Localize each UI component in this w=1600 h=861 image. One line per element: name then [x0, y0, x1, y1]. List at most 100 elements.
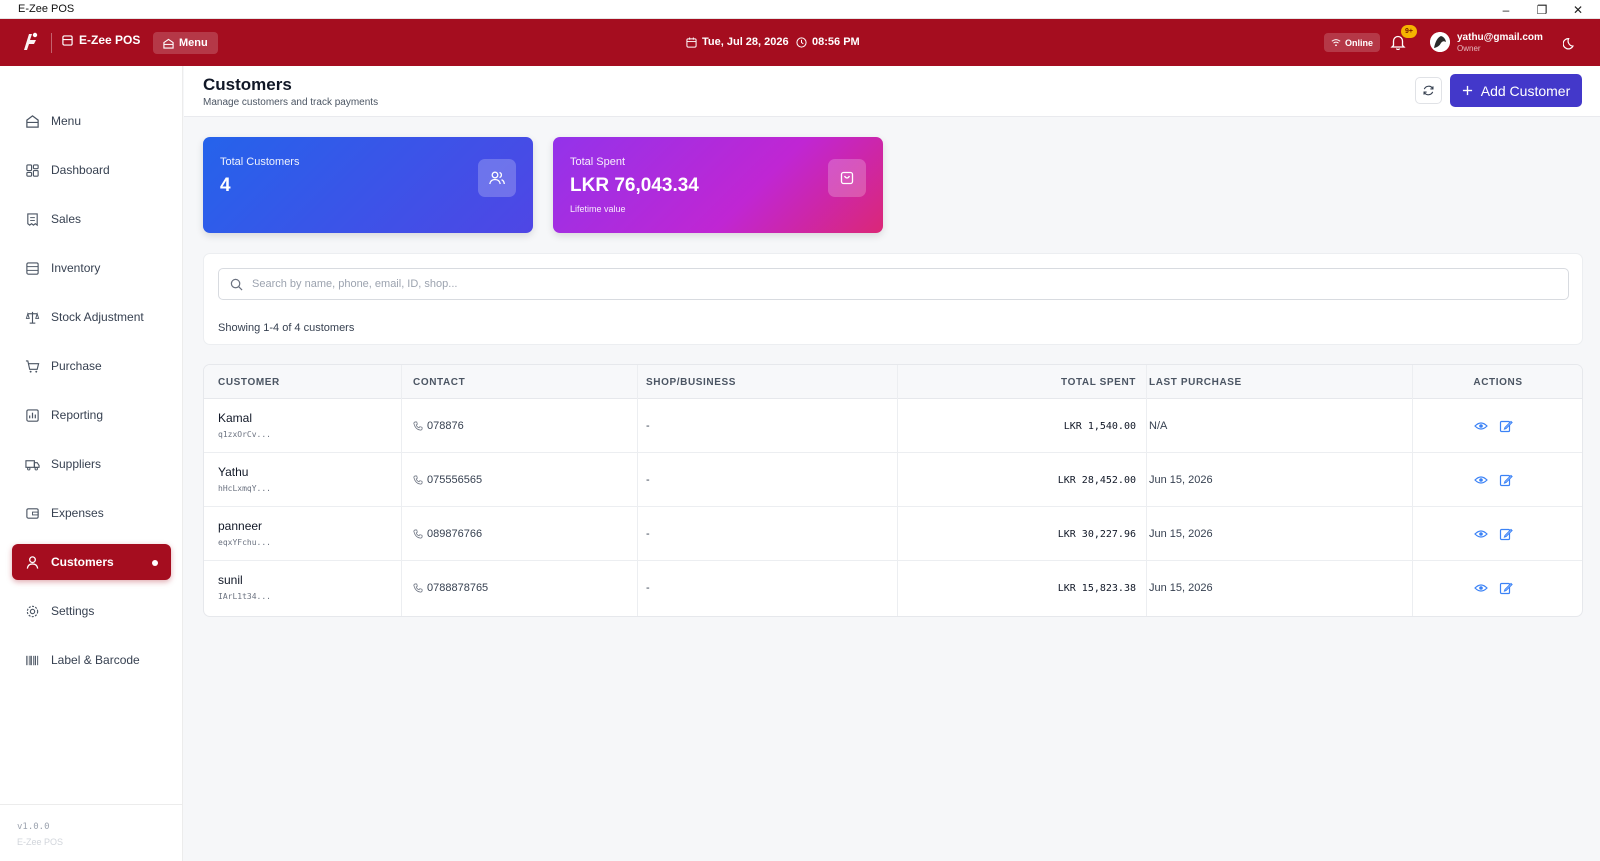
customer-last-purchase: N/A [1149, 420, 1168, 432]
header-time-text: 08:56 PM [812, 36, 860, 48]
plus-icon [1462, 85, 1472, 96]
column-header-last-purchase[interactable]: LAST PURCHASE [1149, 365, 1242, 399]
view-icon[interactable] [1474, 419, 1488, 433]
barcode-icon [26, 655, 39, 665]
view-icon[interactable] [1474, 581, 1488, 595]
total-customers-value: 4 [220, 175, 231, 196]
sidebar-item-customers[interactable]: Customers [12, 544, 171, 580]
refresh-button[interactable] [1415, 77, 1442, 104]
sidebar-item-inventory[interactable]: Inventory [12, 250, 171, 286]
moon-icon[interactable] [1563, 35, 1578, 50]
column-header-total-spent[interactable]: TOTAL SPENT [902, 365, 1136, 399]
column-divider [897, 365, 898, 616]
customer-id: IArL1t34... [218, 592, 271, 601]
total-spent-label: Total Spent [570, 156, 626, 168]
column-header-customer[interactable]: CUSTOMER [218, 365, 280, 399]
add-customer-button[interactable]: Add Customer [1450, 74, 1582, 107]
customers-table: CUSTOMER CONTACT SHOP/BUSINESS TOTAL SPE… [203, 364, 1583, 617]
wallet-icon [26, 507, 39, 519]
search-input[interactable] [252, 278, 1552, 290]
customer-shop: - [646, 582, 650, 594]
add-customer-label: Add Customer [1480, 82, 1571, 99]
table-row[interactable]: Yathu hHcLxmqY... 075556565 - LKR 28,452… [204, 453, 1582, 507]
edit-icon[interactable] [1499, 419, 1513, 433]
sidebar-item-reporting[interactable]: Reporting [12, 397, 171, 433]
header-divider [51, 33, 52, 53]
sidebar: Menu Dashboard Sales Inventory Stock Adj… [0, 66, 183, 861]
customer-total-spent: LKR 1,540.00 [1063, 420, 1136, 432]
view-icon[interactable] [1474, 473, 1488, 487]
table-row[interactable]: panneer eqxYFchu... 089876766 - LKR 30,2… [204, 507, 1582, 561]
edit-icon[interactable] [1499, 527, 1513, 541]
close-window-button[interactable]: ✕ [1560, 0, 1596, 19]
header-menu-button[interactable]: Menu [153, 32, 218, 54]
view-icon[interactable] [1474, 527, 1488, 541]
sidebar-item-label: Label & Barcode [51, 653, 140, 667]
clock-icon [796, 36, 807, 48]
sidebar-item-dashboard[interactable]: Dashboard [12, 152, 171, 188]
column-divider [1146, 365, 1147, 616]
sidebar-item-label: Suppliers [51, 457, 102, 471]
sidebar-item-label: Reporting [51, 408, 104, 422]
sidebar-item-sales[interactable]: Sales [12, 201, 171, 237]
avatar-image [1430, 32, 1450, 52]
sidebar-item-suppliers[interactable]: Suppliers [12, 446, 171, 482]
online-status-text: Online [1345, 37, 1374, 48]
truck-icon [25, 459, 40, 470]
customer-last-purchase: Jun 15, 2026 [1149, 582, 1213, 594]
app-header: E-Zee POS Menu Tue, Jul 28, 2026 08:56 P… [0, 19, 1600, 66]
shopping-bag-icon [828, 159, 866, 197]
sidebar-item-settings[interactable]: Settings [12, 593, 171, 629]
user-email[interactable]: yathu@gmail.com [1457, 32, 1543, 43]
customer-phone: 0788878765 [427, 582, 489, 594]
avatar[interactable] [1430, 32, 1450, 52]
table-row[interactable]: Kamal q1zxOrCv... 078876 - LKR 1,540.00 … [204, 399, 1582, 453]
customer-contact: 078876 [413, 399, 464, 453]
gear-icon [26, 605, 39, 617]
sidebar-item-menu[interactable]: Menu [12, 103, 171, 139]
header-date: Tue, Jul 28, 2026 [686, 36, 789, 48]
total-spent-value: LKR 76,043.34 [570, 175, 699, 196]
sales-icon [27, 212, 38, 226]
dashboard-icon [26, 163, 39, 177]
window-titlebar: E-Zee POS – ❐ ✕ [0, 0, 1600, 19]
customer-shop: - [646, 420, 650, 432]
customer-name: panneer [218, 519, 263, 533]
column-header-shop[interactable]: SHOP/BUSINESS [646, 365, 736, 399]
total-spent-note: Lifetime value [570, 204, 626, 214]
search-box[interactable] [218, 268, 1569, 300]
app-logo-icon [24, 32, 38, 50]
total-customers-label: Total Customers [220, 156, 300, 168]
edit-icon[interactable] [1499, 473, 1513, 487]
sidebar-item-label-barcode[interactable]: Label & Barcode [12, 642, 171, 678]
users-icon [478, 159, 516, 197]
user-icon [26, 555, 39, 569]
customer-total-spent: LKR 30,227.96 [1057, 528, 1136, 540]
edit-icon[interactable] [1499, 581, 1513, 595]
restore-button[interactable]: ❐ [1524, 0, 1560, 19]
customer-total-spent: LKR 28,452.00 [1057, 474, 1136, 486]
customer-name: Yathu [218, 465, 249, 479]
phone-icon [413, 529, 423, 539]
customer-id: eqxYFchu... [218, 538, 271, 547]
page-subtitle: Manage customers and track payments [203, 97, 379, 108]
table-row[interactable]: sunil IArL1t34... 0788878765 - LKR 15,82… [204, 561, 1582, 615]
notification-count-badge: 9+ [1401, 25, 1417, 38]
brand[interactable]: E-Zee POS [62, 33, 140, 47]
online-status-badge: Online [1324, 33, 1381, 52]
search-panel: Showing 1-4 of 4 customers [203, 253, 1583, 345]
sidebar-item-purchase[interactable]: Purchase [12, 348, 171, 384]
sidebar-item-stock-adjustment[interactable]: Stock Adjustment [12, 299, 171, 335]
page-header: Customers Manage customers and track pay… [184, 66, 1600, 117]
customer-phone: 075556565 [427, 474, 483, 486]
sidebar-item-expenses[interactable]: Expenses [12, 495, 171, 531]
store-icon [62, 34, 73, 46]
sidebar-item-label: Stock Adjustment [51, 310, 144, 324]
minimize-button[interactable]: – [1488, 0, 1524, 19]
column-divider [1412, 365, 1413, 616]
column-divider [401, 365, 402, 616]
customer-contact: 075556565 [413, 453, 482, 507]
table-header: CUSTOMER CONTACT SHOP/BUSINESS TOTAL SPE… [204, 365, 1582, 399]
page-title: Customers [203, 75, 292, 94]
column-header-contact[interactable]: CONTACT [413, 365, 465, 399]
